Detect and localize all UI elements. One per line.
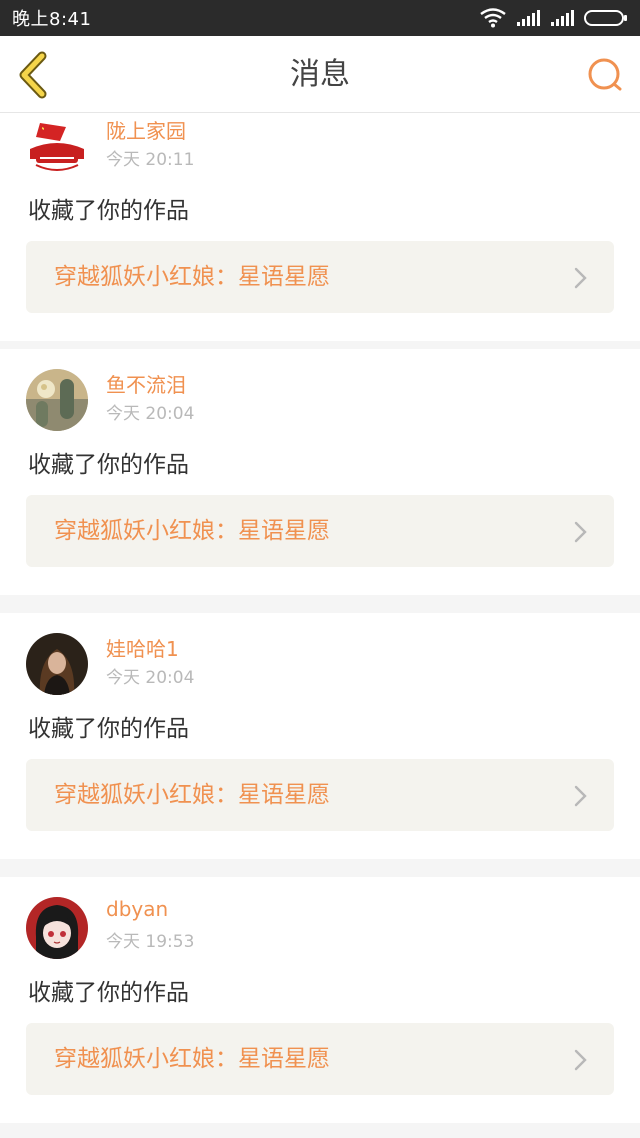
work-link[interactable]: 穿越狐妖小红娘：星语星愿 [26,241,614,313]
status-icons [480,8,628,28]
battery-icon [584,9,628,27]
chevron-right-icon [574,1049,587,1071]
message-time: 今天 20:04 [106,404,195,424]
message-time: 今天 20:04 [106,668,195,688]
work-title: 穿越狐妖小红娘：星语星愿 [54,518,330,544]
avatar[interactable] [26,633,88,695]
user-name[interactable]: 鱼不流泪 [106,369,186,398]
message-card: 鱼不流泪 今天 20:04 收藏了你的作品 穿越狐妖小红娘：星语星愿 [0,349,640,595]
message-action: 收藏了你的作品 [28,980,189,1006]
work-title: 穿越狐妖小红娘：星语星愿 [54,1046,330,1072]
work-link[interactable]: 穿越狐妖小红娘：星语星愿 [26,759,614,831]
page-title: 消息 [290,57,350,92]
message-card: 娃哈哈1 今天 20:04 收藏了你的作品 穿越狐妖小红娘：星语星愿 [0,613,640,859]
avatar[interactable] [26,897,88,959]
status-time: 晚上8:41 [12,9,92,30]
avatar[interactable] [26,115,88,177]
search-icon [588,58,622,91]
signal-icon [550,9,574,27]
status-bar: 晚上8:41 [0,0,640,36]
user-name[interactable]: dbyan [106,897,168,921]
work-link[interactable]: 穿越狐妖小红娘：星语星愿 [26,495,614,567]
message-action: 收藏了你的作品 [28,198,189,224]
message-feed[interactable]: 陇上家园 今天 20:11 收藏了你的作品 穿越狐妖小红娘：星语星愿 鱼不流泪 … [0,113,640,1138]
chevron-right-icon [574,267,587,289]
work-title: 穿越狐妖小红娘：星语星愿 [54,264,330,290]
message-time: 今天 20:11 [106,150,195,170]
chevron-right-icon [574,785,587,807]
message-action: 收藏了你的作品 [28,452,189,478]
chevron-right-icon [574,521,587,543]
user-name[interactable]: 娃哈哈1 [106,633,179,662]
avatar[interactable] [26,369,88,431]
message-time: 今天 19:53 [106,932,195,952]
nav-bar: 消息 [0,36,640,113]
user-name[interactable]: 陇上家园 [106,115,186,144]
message-action: 收藏了你的作品 [28,716,189,742]
wifi-icon [480,8,506,28]
message-card: dbyan 今天 19:53 收藏了你的作品 穿越狐妖小红娘：星语星愿 [0,877,640,1123]
signal-icon [516,9,540,27]
work-title: 穿越狐妖小红娘：星语星愿 [54,782,330,808]
message-card: 陇上家园 今天 20:11 收藏了你的作品 穿越狐妖小红娘：星语星愿 [0,113,640,341]
work-link[interactable]: 穿越狐妖小红娘：星语星愿 [26,1023,614,1095]
search-button[interactable] [586,56,626,96]
